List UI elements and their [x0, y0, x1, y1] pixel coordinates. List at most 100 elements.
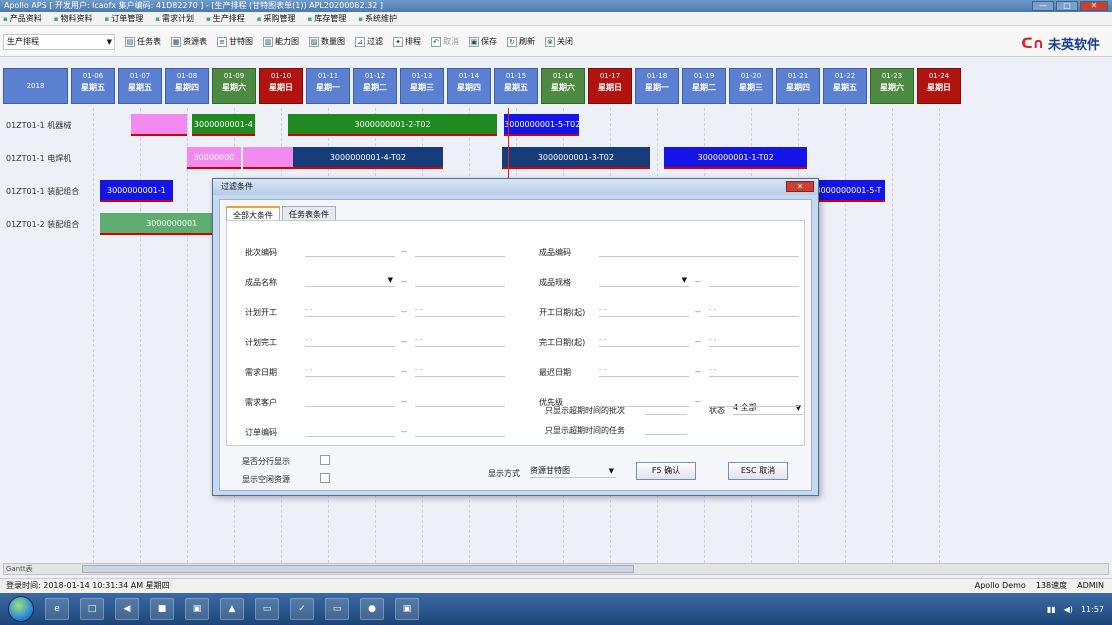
filter-input-to[interactable]: - - — [709, 363, 799, 377]
sheet-tab[interactable]: Gantt表 — [6, 564, 33, 574]
quantity-chart-icon: ▨ — [309, 36, 319, 47]
gantt-task-bar[interactable]: 3000000001-4 — [191, 114, 256, 136]
taskbar-app-icon[interactable]: ▣ — [185, 598, 209, 620]
taskbar-app-icon[interactable]: e — [45, 598, 69, 620]
taskbar-app-icon[interactable]: ■ — [150, 598, 174, 620]
toolbar-button-2[interactable]: ≡ 甘特图 — [217, 36, 253, 47]
toolbar-button-5[interactable]: ⊿ 过滤 — [355, 36, 383, 47]
filter-input-from[interactable]: - - — [599, 333, 689, 347]
taskbar-app-icon[interactable]: ▣ — [395, 598, 419, 620]
filter-input-to[interactable] — [709, 273, 799, 287]
filter-select-from[interactable]: ▼ — [305, 273, 395, 287]
gantt-task-bar[interactable]: 3000000001-4-T02 — [292, 147, 444, 169]
menu-purchasing[interactable]: 采购管理 — [251, 13, 302, 24]
gantt-horizontal-scrollbar[interactable]: Gantt表 — [3, 563, 1109, 575]
filter-select-from[interactable]: ▼ — [599, 273, 689, 287]
clock[interactable]: 11:57 — [1081, 605, 1104, 614]
filter-input-to[interactable]: - - — [709, 333, 799, 347]
filter-input-from[interactable]: - - — [305, 333, 395, 347]
filter-input-to[interactable]: - - — [415, 303, 505, 317]
filter-input-to[interactable] — [415, 423, 505, 437]
show-idle-checkbox[interactable] — [320, 473, 330, 483]
filter-input-from[interactable]: - - — [599, 363, 689, 377]
start-button-icon[interactable] — [8, 596, 34, 622]
menu-orders[interactable]: 订单管理 — [99, 13, 150, 24]
filter-field-label: 计划完工 — [245, 338, 277, 347]
gantt-task-bar[interactable]: 3000000001-1-T02 — [664, 147, 808, 169]
overdue-task-field[interactable] — [645, 421, 687, 435]
cancel-button[interactable]: ESC 取消 — [728, 462, 788, 480]
toolbar: 生产排程 ▼ ▤ 任务表 ▦ 资源表 ≡ 甘特图 ▥ 能力图 ▨ 数量图 ⊿ 过滤 ✦ 排程 ↶ 取消 ▣ 保存 ↻… — [0, 27, 1112, 57]
scrollbar-thumb[interactable] — [82, 565, 634, 573]
filter-input-from[interactable]: - - — [599, 303, 689, 317]
filter-input-to[interactable] — [415, 273, 505, 287]
menu-demand-plan[interactable]: 需求计划 — [149, 13, 200, 24]
filter-input[interactable] — [599, 243, 799, 257]
gantt-task-bar[interactable]: 3000000001-2-T02 — [288, 114, 498, 136]
taskbar-app-icon[interactable]: ▭ — [325, 598, 349, 620]
menu-production-schedule[interactable]: 生产排程 — [200, 13, 251, 24]
display-mode-select[interactable]: 资源甘特图 ▼ — [530, 464, 616, 478]
gantt-task-bar[interactable]: 3000000001-5-T02 — [504, 114, 580, 136]
module-select[interactable]: 生产排程 ▼ — [3, 33, 115, 50]
toolbar-button-10[interactable]: ⊗ 关闭 — [545, 36, 573, 47]
filter-input-to[interactable]: - - — [415, 333, 505, 347]
filter-input-from[interactable] — [599, 393, 689, 407]
filter-input-from[interactable] — [305, 243, 395, 257]
filter-input-to[interactable] — [709, 393, 799, 407]
toolbar-button-label: 关闭 — [557, 37, 573, 46]
menu-inventory[interactable]: 库存管理 — [302, 13, 353, 24]
gantt-task-bar[interactable]: 3000000001-3-T02 — [501, 147, 650, 169]
taskbar-app-icon[interactable]: ◀ — [115, 598, 139, 620]
toolbar-button-4[interactable]: ▨ 数量图 — [309, 36, 345, 47]
toolbar-button-0[interactable]: ▤ 任务表 — [125, 36, 161, 47]
filter-input-from[interactable] — [305, 393, 395, 407]
menu-materials[interactable]: 物料资料 — [48, 13, 99, 24]
taskbar-app-icon[interactable]: ✓ — [290, 598, 314, 620]
maximize-button[interactable]: □ — [1056, 1, 1078, 11]
range-separator: -- — [695, 307, 701, 316]
gantt-task-bar[interactable] — [243, 147, 293, 169]
filter-input-to[interactable]: - - — [415, 363, 505, 377]
taskbar-app-icon[interactable]: ▭ — [255, 598, 279, 620]
menu-products[interactable]: 产品资料 — [0, 13, 48, 24]
taskbar-app-icon[interactable]: ● — [360, 598, 384, 620]
filter-input-from[interactable]: - - — [305, 363, 395, 377]
split-rows-checkbox[interactable] — [320, 455, 330, 465]
close-window-button[interactable]: ✕ — [1080, 1, 1108, 11]
day-date: 01-22 — [834, 72, 856, 80]
filter-input-from[interactable] — [305, 423, 395, 437]
range-separator: -- — [695, 277, 701, 286]
gantt-task-bar[interactable] — [130, 114, 187, 136]
dialog-close-button[interactable]: ✕ — [786, 181, 814, 192]
day-date: 01-16 — [552, 72, 574, 80]
filter-dialog: 过滤条件 ✕ 全部大条件 任务表条件 只显示超期时间的批次 状态 4 全部 ▼ … — [212, 178, 819, 496]
filter-input-from[interactable]: - - — [305, 303, 395, 317]
filter-input-to[interactable] — [415, 243, 505, 257]
menu-system[interactable]: 系统维护 — [352, 13, 403, 24]
gantt-day-header: 01-16 星期六 — [541, 68, 585, 104]
toolbar-button-6[interactable]: ✦ 排程 — [393, 36, 421, 47]
toolbar-button-3[interactable]: ▥ 能力图 — [263, 36, 299, 47]
minimize-button[interactable]: — — [1032, 1, 1054, 11]
network-icon[interactable]: ▮▮ — [1047, 605, 1056, 614]
toolbar-button-8[interactable]: ▣ 保存 — [469, 36, 497, 47]
toolbar-button-9[interactable]: ↻ 刷新 — [507, 36, 535, 47]
ok-button[interactable]: F5 确认 — [636, 462, 696, 480]
filter-input-to[interactable]: - - — [709, 303, 799, 317]
range-separator: -- — [401, 337, 407, 346]
toolbar-button-1[interactable]: ▦ 资源表 — [171, 36, 207, 47]
day-date: 01-06 — [82, 72, 104, 80]
gantt-task-bar[interactable]: 30000000 — [186, 147, 241, 169]
taskbar-app-icon[interactable]: □ — [80, 598, 104, 620]
gantt-day-header: 01-15 星期五 — [494, 68, 538, 104]
gantt-task-bar[interactable]: 3000000001-5-T — [812, 180, 885, 202]
gantt-grid-line — [892, 108, 893, 563]
toolbar-button-7[interactable]: ↶ 取消 — [431, 36, 459, 47]
filter-input-to[interactable] — [415, 393, 505, 407]
taskbar-app-icon[interactable]: ▲ — [220, 598, 244, 620]
day-date: 01-10 — [270, 72, 292, 80]
gantt-task-bar[interactable]: 3000000001-1 — [100, 180, 173, 202]
volume-icon[interactable]: ◀) — [1064, 605, 1073, 614]
gantt-day-header: 01-24 星期日 — [917, 68, 961, 104]
